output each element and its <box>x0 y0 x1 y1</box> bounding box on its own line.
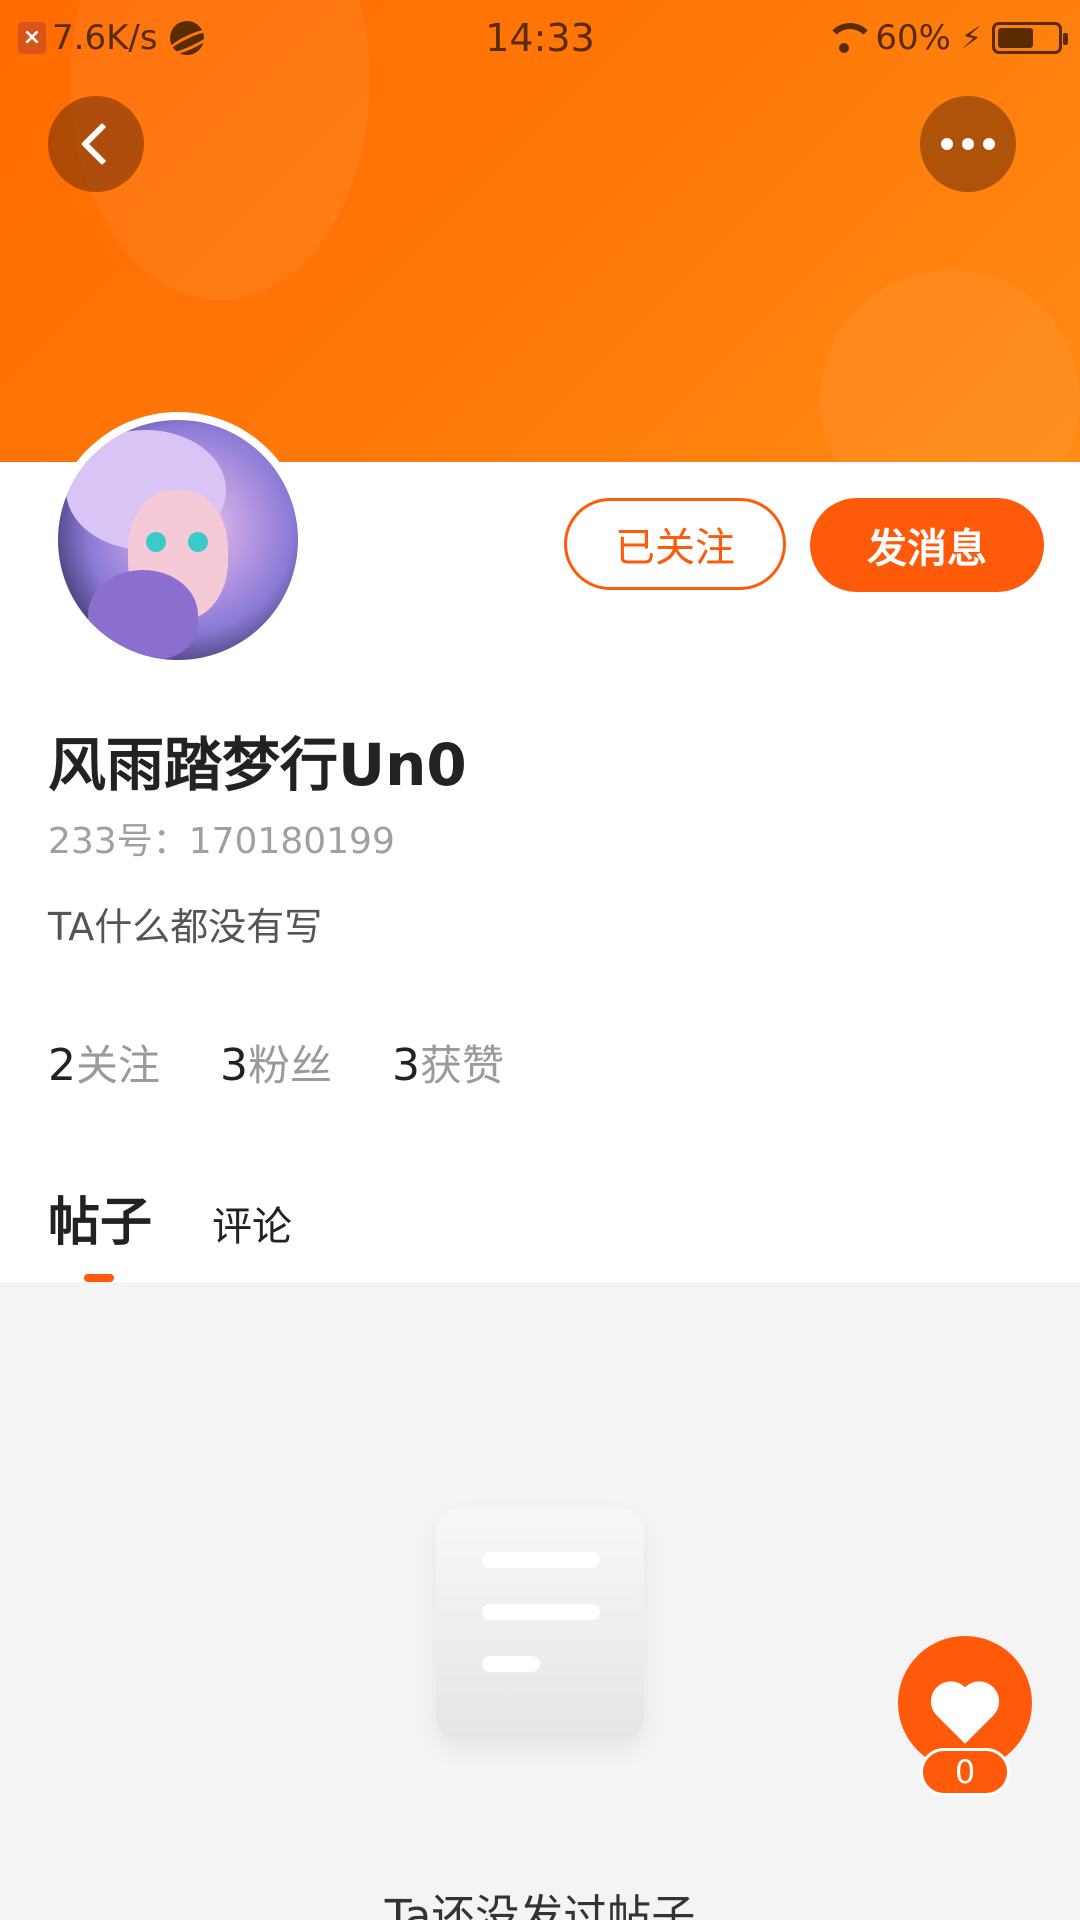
stat-likes[interactable]: 3获赞 <box>392 1032 504 1093</box>
empty-state-text: Ta还没发过帖子 <box>384 1891 696 1920</box>
stat-following[interactable]: 2关注 <box>48 1032 160 1093</box>
battery-fill <box>998 28 1033 48</box>
stat-number: 2 <box>48 1040 76 1091</box>
avatar[interactable] <box>50 412 306 668</box>
avatar-image <box>58 420 298 660</box>
battery-icon <box>992 22 1068 54</box>
avatar-eye <box>146 532 166 552</box>
active-tab-indicator <box>84 1274 114 1282</box>
wifi-icon <box>823 23 876 53</box>
battery-percent: 60% <box>875 18 951 58</box>
doc-line <box>482 1656 540 1672</box>
more-button[interactable] <box>920 96 1016 192</box>
like-count: 0 <box>920 1748 1010 1796</box>
user-bio: TA什么都没有写 <box>48 905 323 949</box>
charging-icon: ⚡ <box>960 20 982 56</box>
tab-posts[interactable]: 帖子 <box>48 1180 153 1282</box>
send-message-button[interactable]: 发消息 <box>810 498 1044 592</box>
more-horizontal-icon <box>941 138 995 150</box>
stat-number: 3 <box>392 1040 421 1091</box>
stat-label: 获赞 <box>420 1041 505 1090</box>
empty-document-icon <box>436 1508 644 1740</box>
doc-line <box>482 1552 600 1568</box>
stats-row: 2关注 3粉丝 3获赞 <box>48 1032 504 1093</box>
tab-comments[interactable]: 评论 <box>212 1194 292 1252</box>
status-bar: × 7.6K/s 14:33 60% ⚡ <box>0 14 1080 62</box>
username: 风雨踏梦行Un0 <box>48 731 467 799</box>
stat-followers[interactable]: 3粉丝 <box>220 1032 332 1093</box>
heart-icon <box>922 1667 1008 1746</box>
content-tabs: 帖子 评论 <box>48 1180 292 1282</box>
status-right: 60% ⚡ <box>823 18 1068 58</box>
following-button[interactable]: 已关注 <box>564 498 786 590</box>
stat-number: 3 <box>220 1040 249 1091</box>
avatar-cat <box>88 570 198 660</box>
chevron-left-icon <box>80 122 124 166</box>
stat-label: 关注 <box>76 1041 161 1090</box>
profile-banner: × 7.6K/s 14:33 60% ⚡ <box>0 0 1080 462</box>
back-button[interactable] <box>48 96 144 192</box>
banner-decoration <box>820 270 1080 462</box>
doc-line <box>482 1604 600 1620</box>
avatar-eye <box>188 532 208 552</box>
user-id: 233号：170180199 <box>48 821 395 862</box>
tab-posts-label: 帖子 <box>48 1193 153 1253</box>
stat-label: 粉丝 <box>248 1041 333 1090</box>
